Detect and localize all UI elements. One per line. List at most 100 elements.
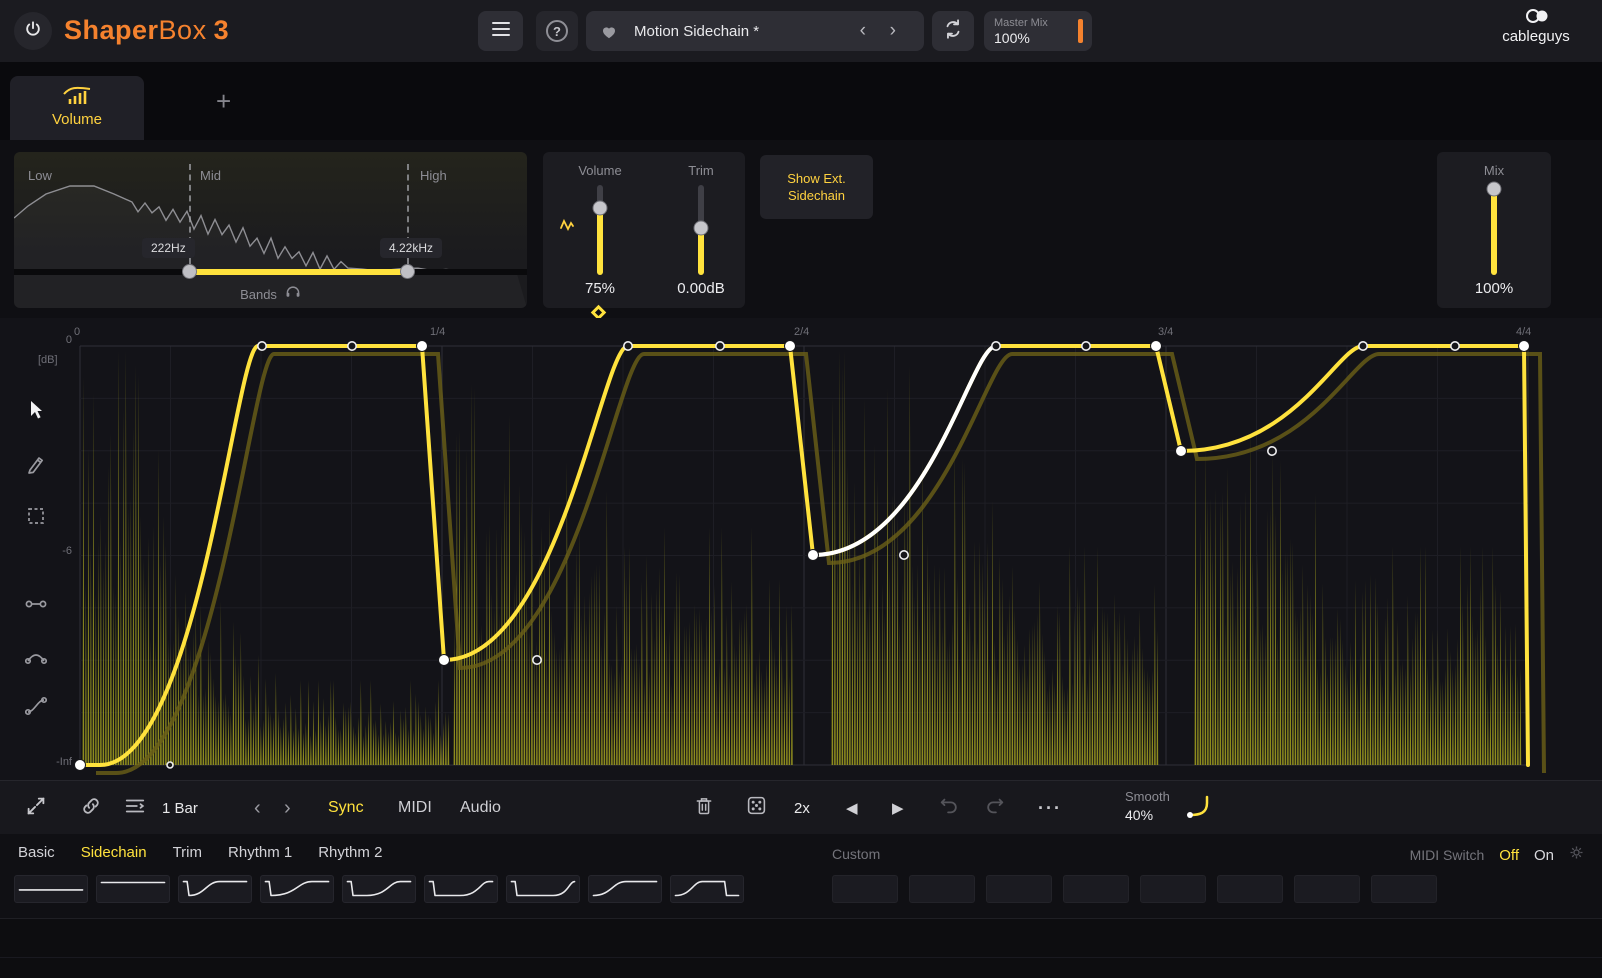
curve-node-hollow[interactable] xyxy=(992,342,1000,350)
curve-node-filled[interactable] xyxy=(75,760,86,771)
smooth-control[interactable]: Smooth 40% xyxy=(1125,789,1170,823)
wave-preset-flat-high[interactable] xyxy=(96,875,170,903)
band-freq-high-chip[interactable]: 4.22kHz xyxy=(380,238,442,258)
curve-node-hollow[interactable] xyxy=(1082,342,1090,350)
custom-wave-slot[interactable] xyxy=(1217,875,1283,903)
custom-wave-slot[interactable] xyxy=(909,875,975,903)
curve-node-hollow[interactable] xyxy=(1268,447,1276,455)
custom-wave-slot[interactable] xyxy=(986,875,1052,903)
wave-preset-duck-hold[interactable] xyxy=(342,875,416,903)
show-ext-sidechain-button[interactable]: Show Ext. Sidechain xyxy=(760,155,873,219)
wave-category-rhythm-1[interactable]: Rhythm 1 xyxy=(228,844,292,861)
length-prev-arrow[interactable]: ‹ xyxy=(254,781,261,835)
bands-label[interactable]: Bands xyxy=(240,287,277,302)
shift-right-button[interactable]: ▶ xyxy=(892,781,904,835)
curve-node-filled[interactable] xyxy=(1151,341,1162,352)
custom-wave-slot[interactable] xyxy=(832,875,898,903)
band-handle-high[interactable] xyxy=(400,264,415,279)
snap-button[interactable] xyxy=(124,781,146,835)
tool-line[interactable] xyxy=(16,586,56,626)
curve-node-filled[interactable] xyxy=(1519,341,1530,352)
midi-switch-off[interactable]: Off xyxy=(1499,847,1519,864)
curve-node-hollow[interactable] xyxy=(258,342,266,350)
curve-node-filled[interactable] xyxy=(785,341,796,352)
volume-slider-knob[interactable] xyxy=(593,201,608,216)
curve-node-hollow[interactable] xyxy=(533,656,541,664)
curve-node-hollow[interactable] xyxy=(348,342,356,350)
mode-midi-button[interactable]: MIDI xyxy=(398,781,432,835)
custom-wave-slot[interactable] xyxy=(1294,875,1360,903)
preset-prev-arrow[interactable]: ‹ xyxy=(860,20,866,42)
midi-switch-label: MIDI Switch xyxy=(1410,847,1485,863)
wave-preset-duck-late[interactable] xyxy=(260,875,334,903)
curve-node-hollow[interactable] xyxy=(1451,342,1459,350)
power-button[interactable] xyxy=(14,12,52,50)
db-unit-label: [dB] xyxy=(38,354,58,366)
preset-selector[interactable]: Motion Sidechain * ‹ › xyxy=(586,11,924,51)
favorite-heart-icon[interactable] xyxy=(600,23,618,40)
redo-button[interactable] xyxy=(984,781,1006,835)
ab-loop-button[interactable] xyxy=(932,11,974,51)
length-next-arrow[interactable]: › xyxy=(284,781,291,835)
curve-node-hollow[interactable] xyxy=(900,551,908,559)
add-shaper-button[interactable]: + xyxy=(216,86,231,117)
wave-preset-rise[interactable] xyxy=(588,875,662,903)
curve-node-filled[interactable] xyxy=(417,341,428,352)
preset-next-arrow[interactable]: › xyxy=(890,20,896,42)
wave-preset-plateau[interactable] xyxy=(670,875,744,903)
curve-node-filled[interactable] xyxy=(808,550,819,561)
editor-plot[interactable] xyxy=(0,318,1602,780)
mix-slider[interactable] xyxy=(1491,185,1497,275)
mix-slider-knob[interactable] xyxy=(1487,182,1502,197)
header-bar: ShaperBox3 ? Motion Sidechain * ‹ › Mast… xyxy=(0,0,1602,62)
settings-gear-icon[interactable] xyxy=(1569,845,1584,865)
tab-volume[interactable]: Volume xyxy=(10,76,144,140)
randomize-button[interactable] xyxy=(746,781,767,835)
curve-node-hollow[interactable] xyxy=(716,342,724,350)
shift-left-button[interactable]: ◀ xyxy=(846,781,858,835)
clear-wave-button[interactable] xyxy=(694,781,714,835)
speed-2x-button[interactable]: 2x xyxy=(794,781,810,835)
tool-curve[interactable] xyxy=(16,638,56,678)
wave-preset-duck-early[interactable] xyxy=(178,875,252,903)
custom-wave-slot[interactable] xyxy=(1063,875,1129,903)
wave-category-rhythm-2[interactable]: Rhythm 2 xyxy=(318,844,382,861)
wave-category-basic[interactable]: Basic xyxy=(18,844,55,861)
tool-cursor[interactable] xyxy=(16,392,56,432)
master-mix-control[interactable]: Master Mix 100% xyxy=(984,11,1092,51)
curve-node-hollow[interactable] xyxy=(1359,342,1367,350)
custom-wave-slot[interactable] xyxy=(1140,875,1206,903)
trim-slider-knob[interactable] xyxy=(694,221,709,236)
more-options-button[interactable]: ··· xyxy=(1038,781,1062,835)
trim-slider-label: Trim xyxy=(661,163,741,178)
curve-node-filled[interactable] xyxy=(1176,446,1187,457)
trim-slider[interactable] xyxy=(698,185,704,275)
loop-length-selector[interactable]: 1 Bar xyxy=(162,781,198,835)
band-range-bar[interactable] xyxy=(190,269,408,275)
band-freq-low-chip[interactable]: 222Hz xyxy=(142,238,195,258)
tool-s-curve[interactable] xyxy=(16,688,56,728)
link-button[interactable] xyxy=(80,781,102,835)
mode-audio-button[interactable]: Audio xyxy=(460,781,501,835)
headphones-icon[interactable] xyxy=(285,285,301,303)
help-button[interactable]: ? xyxy=(536,11,578,51)
curve-node-filled[interactable] xyxy=(439,655,450,666)
expand-editor-button[interactable] xyxy=(24,781,48,835)
tool-draw[interactable] xyxy=(16,446,56,486)
wave-preset-duck-long[interactable] xyxy=(506,875,580,903)
wave-preset-duck-hold-late[interactable] xyxy=(424,875,498,903)
undo-button[interactable] xyxy=(938,781,960,835)
wave-preset-flat-mid[interactable] xyxy=(14,875,88,903)
master-mix-slider[interactable] xyxy=(1078,19,1083,43)
volume-slider[interactable] xyxy=(597,185,603,275)
menu-button[interactable] xyxy=(478,11,523,51)
band-handle-low[interactable] xyxy=(182,264,197,279)
wave-category-trim[interactable]: Trim xyxy=(173,844,202,861)
midi-switch-on[interactable]: On xyxy=(1534,847,1554,864)
curve-node-hollow_small[interactable] xyxy=(167,762,173,768)
mode-sync-button[interactable]: Sync xyxy=(328,781,364,835)
wave-category-sidechain[interactable]: Sidechain xyxy=(81,844,147,861)
tool-select[interactable] xyxy=(16,498,56,538)
curve-node-hollow[interactable] xyxy=(624,342,632,350)
custom-wave-slot[interactable] xyxy=(1371,875,1437,903)
